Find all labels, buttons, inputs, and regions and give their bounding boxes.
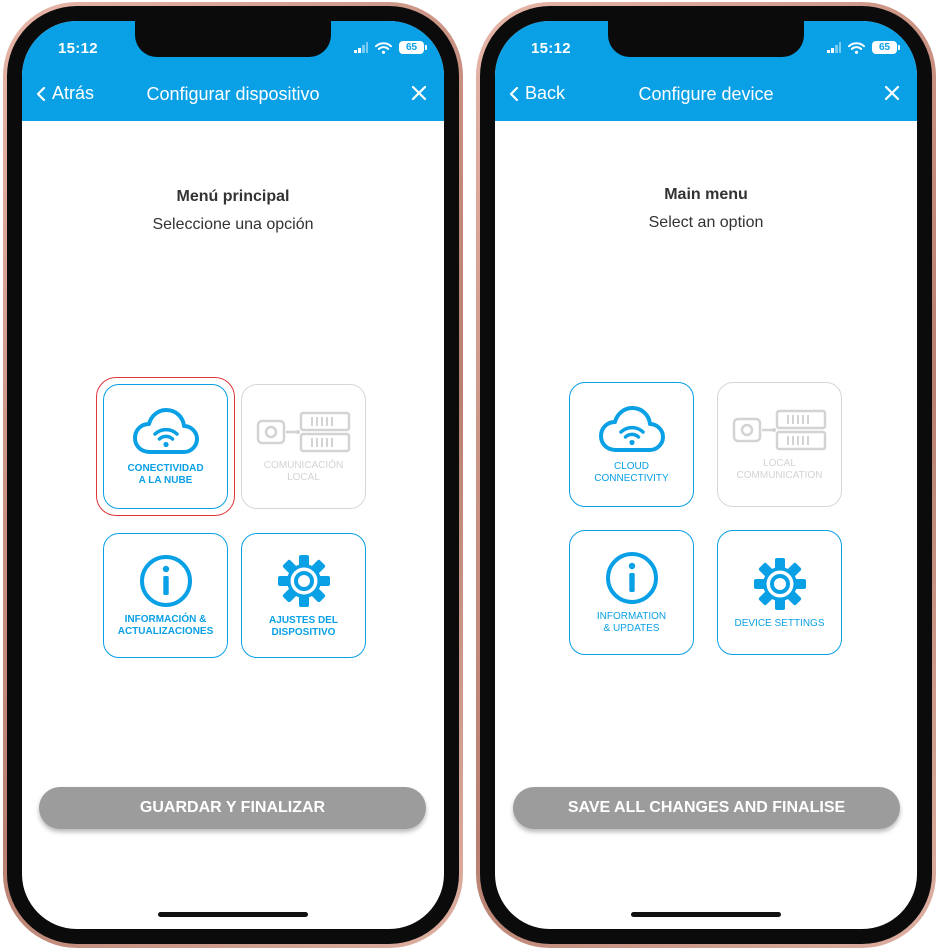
phone-bezel: 15:12 65 (7, 6, 459, 944)
status-icons: 65 (827, 41, 900, 54)
tile-information-updates[interactable]: INFORMACIÓN & ACTUALIZACIONES (103, 533, 228, 658)
tile-label: CLOUD CONNECTIVITY (594, 460, 669, 484)
tile-local-communication: LOCAL COMMUNICATION (717, 382, 842, 507)
close-icon[interactable] (884, 85, 900, 101)
menu-subtitle: Select an option (648, 214, 764, 231)
notch (135, 21, 331, 57)
app-header: 15:12 65 (495, 21, 917, 121)
tile-cloud-connectivity[interactable]: CONECTIVIDAD A LA NUBE (103, 384, 228, 509)
save-finalize-button[interactable]: GUARDAR Y FINALIZAR (39, 787, 426, 829)
phone-screen: 15:12 65 (495, 21, 917, 929)
status-time: 15:12 (58, 40, 98, 57)
phone-right: 15:12 65 Back Configure device Main menu… (476, 2, 936, 948)
wifi-icon (848, 41, 865, 54)
signal-icon (827, 42, 841, 53)
menu-title: Menú principal (176, 188, 290, 205)
home-indicator (158, 912, 308, 917)
phone-bezel: 15:12 65 (480, 6, 932, 944)
home-indicator (631, 912, 781, 917)
gear-icon (277, 554, 330, 607)
cloud-wifi-icon (132, 407, 199, 454)
status-icons: 65 (354, 41, 427, 54)
signal-icon (354, 42, 368, 53)
tile-label: INFORMACIÓN & ACTUALIZACIONES (117, 613, 214, 637)
local-network-icon (732, 409, 826, 450)
tile-label: AJUSTES DEL DISPOSITIVO (269, 614, 338, 638)
tile-label: COMUNICACIÓN LOCAL (263, 459, 344, 483)
app-header: 15:12 65 (22, 21, 444, 121)
close-icon[interactable] (411, 85, 427, 101)
tile-device-settings[interactable]: DEVICE SETTINGS (717, 530, 842, 655)
tile-label: DEVICE SETTINGS (734, 617, 825, 629)
tile-local-communication: COMUNICACIÓN LOCAL (241, 384, 366, 509)
tile-label: INFORMATION & UPDATES (596, 610, 667, 634)
page-title: Configurar dispositivo (146, 84, 320, 104)
tile-cloud-connectivity[interactable]: CLOUD CONNECTIVITY (569, 382, 694, 507)
info-icon (605, 551, 658, 604)
phone-left: 15:12 65 Atrás Configurar dispositivo Me… (3, 2, 463, 948)
menu-subtitle: Seleccione una opción (152, 216, 314, 233)
menu-title: Main menu (664, 186, 748, 203)
notch (608, 21, 804, 57)
tile-label: LOCAL COMMUNICATION (736, 457, 823, 481)
local-network-icon (256, 411, 350, 452)
battery-indicator: 65 (872, 41, 900, 54)
tile-information-updates[interactable]: INFORMATION & UPDATES (569, 530, 694, 655)
save-finalize-button[interactable]: SAVE ALL CHANGES AND FINALISE (513, 787, 900, 829)
info-icon (139, 554, 192, 607)
battery-indicator: 65 (399, 41, 427, 54)
phone-screen: 15:12 65 (22, 21, 444, 929)
tile-label: CONECTIVIDAD A LA NUBE (127, 462, 204, 486)
cloud-wifi-icon (598, 405, 665, 452)
page-title: Configure device (638, 84, 774, 104)
wifi-icon (375, 41, 392, 54)
status-time: 15:12 (531, 40, 571, 57)
gear-icon (753, 557, 806, 610)
tile-device-settings[interactable]: AJUSTES DEL DISPOSITIVO (241, 533, 366, 658)
